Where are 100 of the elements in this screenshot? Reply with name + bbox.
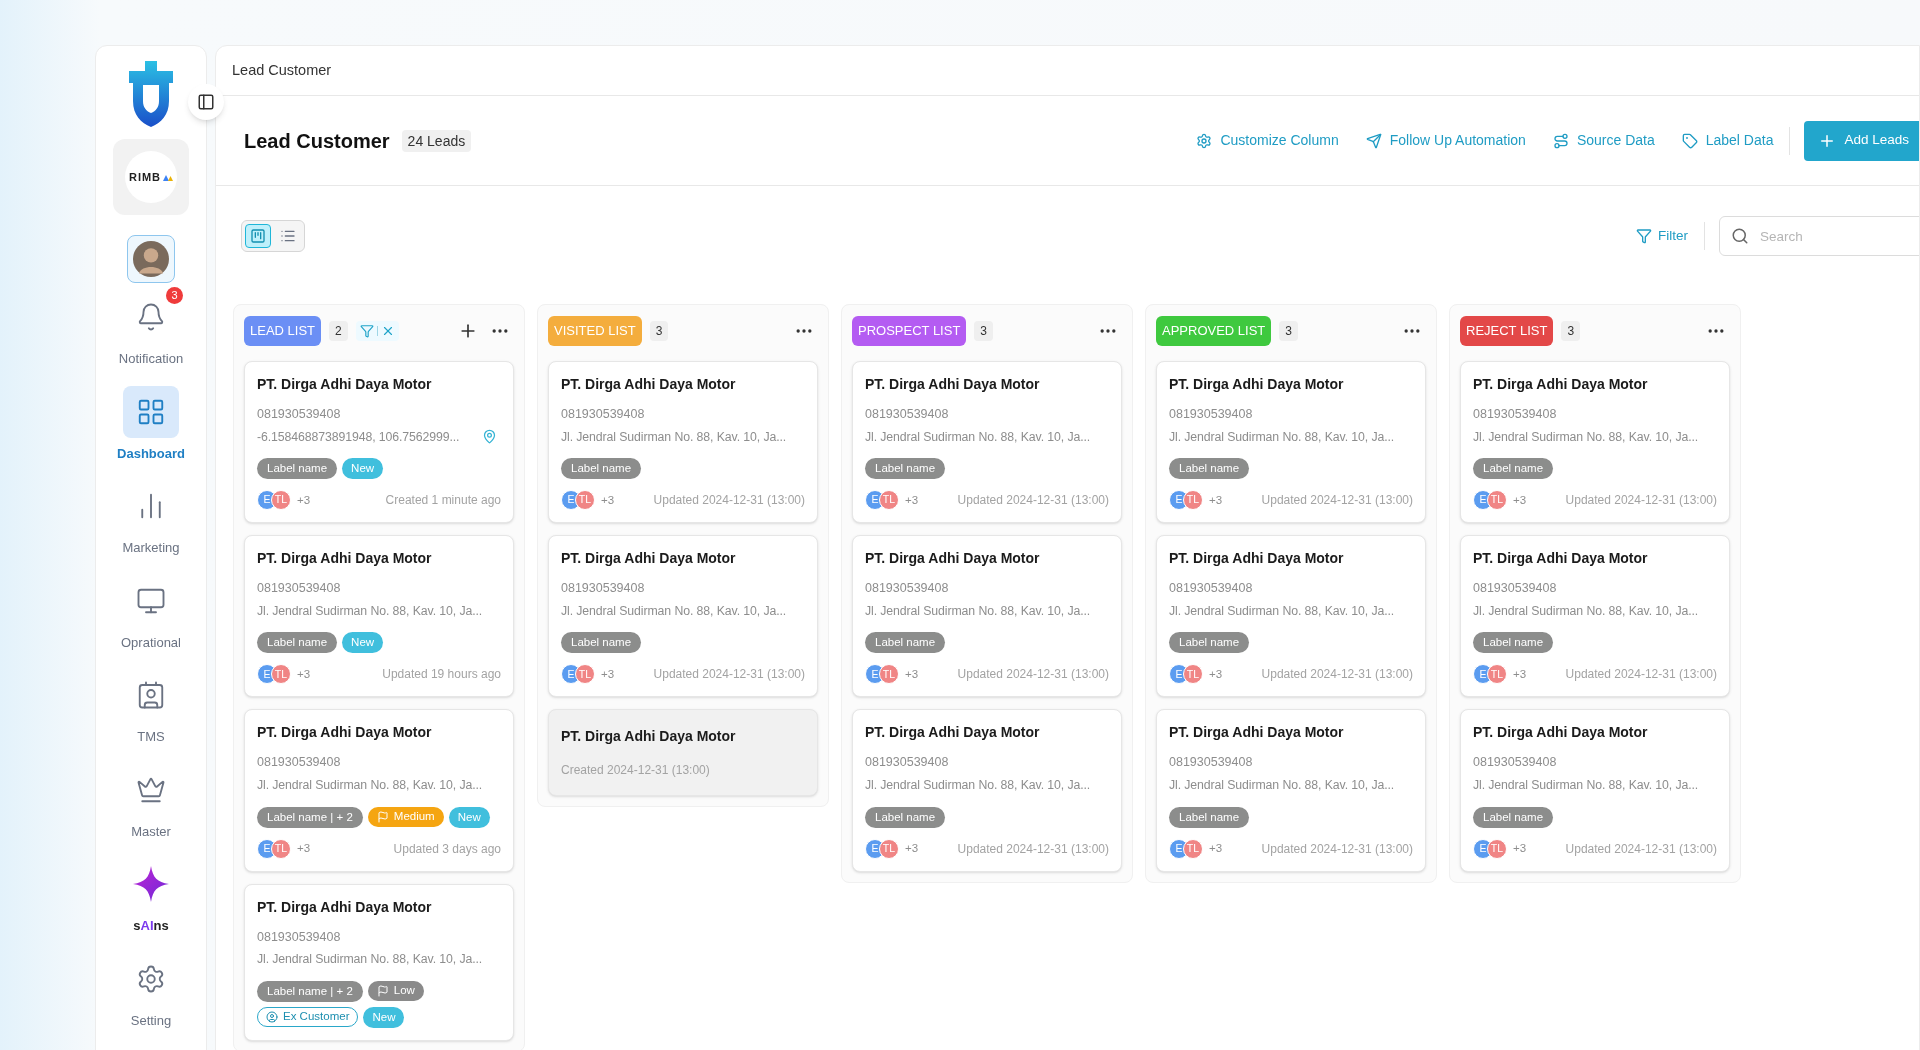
column-title: LEAD LIST — [244, 316, 322, 346]
nav-label: Master — [131, 822, 171, 841]
nav-item[interactable]: Setting — [101, 952, 201, 1030]
phone-number: 081930539408 — [561, 580, 646, 598]
phone-number: 081930539408 — [1473, 406, 1558, 423]
profile-avatar[interactable] — [127, 235, 175, 283]
user-avatar: TL — [575, 490, 595, 511]
nav-label: TMS — [137, 728, 165, 746]
address-text: -6.158468873891948, 106.7562999... — [257, 428, 460, 446]
tag-icon — [1681, 132, 1698, 149]
label-tag: Label name | + 2 — [257, 806, 363, 828]
card-time: Updated 3 days ago — [393, 840, 501, 858]
search-field[interactable]: Search — [1719, 216, 1919, 256]
lead-card[interactable]: PT. Dirga Adhi Daya Motor 081930539408 Jl. Jendral Sudirman No. 88, Kav. 10, Ja... Label name E TL +3 Updated 2024-12-31 (13:00) — [852, 535, 1122, 698]
bell-icon — [136, 302, 166, 332]
user-icon — [266, 1010, 278, 1023]
lead-card[interactable]: PT. Dirga Adhi Daya Motor 081930539408 Jl. Jendral Sudirman No. 88, Kav. 10, Ja... Label name New E TL +3 Updated 19 hours ago — [244, 535, 514, 698]
lead-card[interactable]: PT. Dirga Adhi Daya Motor 081930539408 Jl. Jendral Sudirman No. 88, Kav. 10, Ja... Label name E TL +3 Updated 2024-12-31 (13:00) — [1460, 361, 1730, 524]
company-logo-tile[interactable]: RIMB — [113, 139, 189, 215]
user-avatar: TL — [271, 490, 291, 511]
settings-icon — [1196, 132, 1213, 149]
company-name: PT. Dirga Adhi Daya Motor — [561, 727, 737, 747]
avatar — [133, 241, 169, 277]
card-time: Updated 2024-12-31 (13:00) — [1565, 492, 1717, 510]
priority-tag: Medium — [367, 806, 444, 827]
label-tag: Label name — [1169, 458, 1250, 480]
label-tag: Label name — [865, 458, 946, 480]
lead-card[interactable]: PT. Dirga Adhi Daya Motor 081930539408 Jl. Jendral Sudirman No. 88, Kav. 10, Ja... Label name E TL +3 Updated 2024-12-31 (13:00) — [1460, 535, 1730, 698]
lead-card[interactable]: PT. Dirga Adhi Daya Motor 081930539408 Jl. Jendral Sudirman No. 88, Kav. 10, Ja... Label name E TL +3 Updated 2024-12-31 (13:00) — [1156, 361, 1426, 524]
nav-label: Oprational — [121, 633, 181, 652]
count-badge: 3 — [1279, 321, 1298, 341]
company-name: PT. Dirga Adhi Daya Motor — [1169, 375, 1345, 394]
lead-card[interactable]: PT. Dirga Adhi Daya Motor 081930539408 -6.158468873891948, 106.7562999... Label name New E TL +3 Created 1 minute ago — [244, 361, 514, 524]
column-title: APPROVED LIST — [1156, 316, 1272, 346]
lead-card[interactable]: PT. Dirga Adhi Daya Motor 081930539408 Jl. Jendral Sudirman No. 88, Kav. 10, Ja... Label name E TL +3 Updated 2024-12-31 (13:00) — [852, 361, 1122, 524]
id-card-icon — [136, 680, 166, 710]
view-toggle-button[interactable] — [245, 224, 271, 248]
more-count: +3 — [601, 492, 615, 508]
collapse-sidebar-button[interactable] — [188, 84, 224, 120]
count-badge: 2 — [329, 321, 348, 341]
more-count: +3 — [297, 666, 311, 682]
lead-card[interactable]: PT. Dirga Adhi Daya Motor 081930539408 Jl. Jendral Sudirman No. 88, Kav. 10, Ja... Label name E TL +3 Updated 2024-12-31 (13:00) — [1156, 709, 1426, 872]
lead-card[interactable]: PT. Dirga Adhi Daya Motor 081930539408 Jl. Jendral Sudirman No. 88, Kav. 10, Ja... Label name E TL +3 Updated 2024-12-31 (13:00) — [1460, 709, 1730, 872]
card-time: Updated 2024-12-31 (13:00) — [957, 840, 1109, 858]
lead-card[interactable]: PT. Dirga Adhi Daya Motor 081930539408 Jl. Jendral Sudirman No. 88, Kav. 10, Ja... Label name E TL +3 Updated 2024-12-31 (13:00) — [1156, 535, 1426, 698]
nav-label: Notification — [118, 350, 184, 368]
company-name: PT. Dirga Adhi Daya Motor — [1473, 549, 1649, 569]
label-tag: Label name — [561, 632, 642, 654]
company-name: PT. Dirga Adhi Daya Motor — [561, 375, 737, 394]
status-tag: New — [363, 1006, 405, 1028]
company-name: RIMB — [128, 169, 162, 185]
lead-card[interactable]: PT. Dirga Adhi Daya Motor 081930539408 Jl. Jendral Sudirman No. 88, Kav. 10, Ja... Label name E TL +3 Updated 2024-12-31 (13:00) — [852, 709, 1122, 872]
lead-card[interactable]: PT. Dirga Adhi Daya Motor 081930539408 Jl. Jendral Sudirman No. 88, Kav. 10, Ja... Label name | + 2 Low Ex Customer New — [244, 883, 514, 1041]
send-icon — [1365, 132, 1382, 149]
address-text: Jl. Jendral Sudirman No. 88, Kav. 10, Ja... — [865, 428, 1091, 446]
lead-card[interactable]: PT. Dirga Adhi Daya Motor 081930539408 Jl. Jendral Sudirman No. 88, Kav. 10, Ja... Label name | + 2 Medium New E TL +3 Updated 3 days ago — [244, 709, 514, 872]
lead-card[interactable]: PT. Dirga Adhi Daya Motor Created 2024-12-31 (13:00) — [548, 709, 818, 797]
lead-card[interactable]: PT. Dirga Adhi Daya Motor 081930539408 Jl. Jendral Sudirman No. 88, Kav. 10, Ja... Label name E TL +3 Updated 2024-12-31 (13:00) — [548, 535, 818, 698]
phone-number: 081930539408 — [257, 754, 342, 772]
count-badge: 3 — [974, 321, 994, 341]
priority-tag: Low — [367, 980, 424, 1001]
nav-item[interactable]: Dashboard — [101, 385, 201, 463]
phone-number: 081930539408 — [1169, 406, 1254, 423]
route-icon — [1552, 132, 1569, 149]
column-title: REJECT LIST — [1460, 316, 1554, 346]
card-time: Updated 2024-12-31 (13:00) — [1261, 492, 1413, 510]
label-tag: Label name — [1169, 806, 1250, 828]
phone-number: 081930539408 — [865, 406, 950, 423]
nav-item[interactable]: Master — [101, 763, 201, 841]
label-tag: Label name — [865, 806, 946, 828]
company-name: PT. Dirga Adhi Daya Motor — [257, 549, 433, 569]
more-count: +3 — [1209, 492, 1223, 508]
active-filter-chip[interactable] — [355, 321, 399, 341]
nav-label: Dashboard — [117, 444, 185, 463]
company-name: PT. Dirga Adhi Daya Motor — [865, 723, 1041, 743]
filter-icon — [359, 324, 374, 338]
lead-card[interactable]: PT. Dirga Adhi Daya Motor 081930539408 Jl. Jendral Sudirman No. 88, Kav. 10, Ja... Label name E TL +3 Updated 2024-12-31 (13:00) — [548, 361, 818, 524]
nav-item[interactable]: Oprational — [101, 574, 201, 652]
card-time: Created 1 minute ago — [385, 492, 501, 510]
phone-number: 081930539408 — [257, 928, 342, 946]
nav-item[interactable]: TMS — [101, 669, 201, 747]
address-text: Jl. Jendral Sudirman No. 88, Kav. 10, Ja... — [1169, 428, 1395, 446]
column-title: PROSPECT LIST — [852, 316, 967, 346]
panel-icon — [197, 93, 215, 111]
nav-label: sAIns — [133, 917, 169, 935]
company-name: PT. Dirga Adhi Daya Motor — [865, 375, 1041, 394]
breadcrumb: Lead Customer — [232, 60, 332, 80]
search-icon — [1731, 227, 1749, 245]
phone-number: 081930539408 — [1169, 754, 1254, 772]
nav-item[interactable]: sAIns — [101, 858, 201, 936]
settings-icon — [136, 963, 166, 994]
address-text: Jl. Jendral Sudirman No. 88, Kav. 10, Ja... — [1473, 777, 1699, 795]
triangles-icon — [163, 173, 174, 181]
user-avatar: TL — [879, 490, 899, 511]
more-count: +3 — [905, 840, 919, 856]
company-name: PT. Dirga Adhi Daya Motor — [561, 549, 737, 569]
status-tag: New — [448, 806, 490, 828]
card-time: Updated 2024-12-31 (13:00) — [1565, 840, 1717, 858]
nav-item[interactable]: Marketing — [101, 480, 201, 558]
more-count: +3 — [1209, 840, 1223, 856]
